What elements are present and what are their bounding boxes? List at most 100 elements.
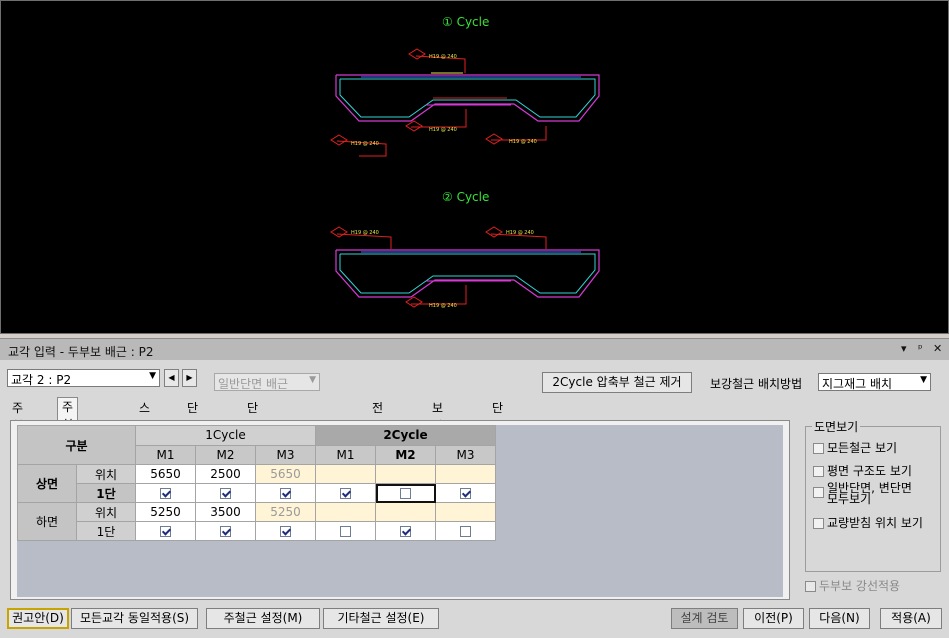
checkbox[interactable] [813,466,824,477]
top-check-cell[interactable] [195,483,256,503]
svg-text:H19 @ 240: H19 @ 240 [506,230,534,236]
show-sections-option[interactable]: 일반단면, 변단면 모두보기 [813,482,912,506]
chevron-down-icon: ▼ [149,371,156,381]
tab-main-rebar[interactable]: 주철근 [8,399,27,451]
top-check-cell-selected[interactable] [375,483,436,503]
option-label: 모두보기 [827,492,872,506]
svg-text:H19 @ 240: H19 @ 240 [509,139,537,145]
bottom-pos-cell[interactable]: 3500 [195,502,256,522]
checkbox[interactable] [813,443,824,454]
checkbox[interactable] [813,518,824,529]
option-label: 모든철근 보기 [827,441,898,455]
checkbox[interactable] [220,488,231,499]
cycle1-title: ① Cycle [442,15,490,29]
checkbox[interactable] [460,526,471,537]
show-bearing-option[interactable]: 교량받침 위치 보기 [813,517,923,529]
pier-select-value: 교각 2 : P2 [11,373,72,387]
show-all-rebar-option[interactable]: 모든철근 보기 [813,442,897,454]
tab-shear-rebar[interactable]: 전단철근 [368,399,387,469]
position-label: 위치 [76,464,136,484]
checkbox[interactable] [460,488,471,499]
checkbox[interactable] [220,526,231,537]
close-icon[interactable]: ✕ [933,342,942,355]
apply-all-button[interactable]: 모든교각 동일적용(S) [71,608,198,629]
method-select[interactable]: 지그재그 배치 ▼ [818,373,931,391]
checkbox[interactable] [280,488,291,499]
bottom-row-header: 하면 [17,502,77,541]
top-pos-cell[interactable]: 2500 [195,464,256,484]
dropdown-icon[interactable]: ▾ [901,342,907,355]
cycle2-section [330,226,600,308]
remove-2cycle-button[interactable]: 2Cycle 압축부 철근 제거 [542,372,692,393]
cycle2-title: ② Cycle [442,190,490,204]
checkbox[interactable] [400,488,411,499]
top-check-cell[interactable] [135,483,196,503]
tab-main-rebar-layout[interactable]: 주철근 배치 [57,397,79,486]
checkbox[interactable] [340,526,351,537]
rebar-layout-table: 구분 1Cycle 2Cycle M1 M2 M3 M1 M2 M3 상면 위치… [17,425,496,541]
top-pos-cell[interactable] [375,464,436,484]
cad-viewport[interactable]: H19 @ 240 H19 @ 240 H19 @ 240 H19 @ 240 … [0,0,949,334]
top-pos-cell[interactable] [435,464,496,484]
checkbox[interactable] [160,488,171,499]
bottom-pos-cell[interactable] [315,502,376,522]
option-label: 교량받침 위치 보기 [827,516,923,530]
view-options-group: 도면보기 모든철근 보기 평면 구조도 보기 일반단면, 변단면 모두보기 교량받… [805,418,941,572]
tab-stirrup[interactable]: 스터럽 [135,399,154,451]
bottom-pos-cell[interactable] [435,502,496,522]
checkbox[interactable] [280,526,291,537]
view-group-title: 도면보기 [812,418,861,435]
checkbox[interactable] [160,526,171,537]
prev-pier-button[interactable]: ◀ [164,369,179,387]
column-header: M1 [315,444,376,465]
design-check-button[interactable]: 설계 검토 [671,608,738,629]
top-pos-cell[interactable] [315,464,376,484]
bottom-check-cell[interactable] [375,521,436,541]
top-pos-cell[interactable]: 5650 [255,464,316,484]
bottom-pos-cell[interactable]: 5250 [135,502,196,522]
main-rebar-setting-button[interactable]: 주철근 설정(M) [206,608,320,629]
method-select-value: 지그재그 배치 [822,377,893,391]
option-label: 두부보 강선적용 [819,579,901,593]
top-check-cell[interactable] [255,483,316,503]
top-check-cell[interactable] [315,483,376,503]
bottom-check-cell[interactable] [135,521,196,541]
tab-step-rebar-spacing[interactable]: 단차철근 횡방향간격 [243,399,262,559]
tab-step-rebar[interactable]: 단차철근 [183,399,202,469]
panel-titlebar: 교각 입력 - 두부보 배근 : P2 ▾ ᵖ ✕ [0,338,949,360]
tier-label: 1단 [76,521,136,541]
bottom-check-cell[interactable] [315,521,376,541]
pier-select[interactable]: 교각 2 : P2 ▼ [7,369,160,387]
column-header: M1 [135,444,196,465]
show-plan-option[interactable]: 평면 구조도 보기 [813,465,912,477]
checkbox[interactable] [813,487,824,498]
prev-button[interactable]: 이전(P) [743,608,804,629]
grid-area: 구분 1Cycle 2Cycle M1 M2 M3 M1 M2 M3 상면 위치… [17,425,783,597]
apply-button[interactable]: 적용(A) [880,608,942,629]
bottom-pos-cell[interactable]: 5250 [255,502,316,522]
column-header: M3 [435,444,496,465]
section-select[interactable]: 일반단면 배근 ▼ [214,373,320,391]
svg-text:H19 @ 240: H19 @ 240 [351,230,379,236]
corner-header: 구분 [17,425,136,465]
tab-section-position[interactable]: 단면표현위치 [488,399,507,505]
checkbox[interactable] [340,488,351,499]
bottom-check-cell[interactable] [195,521,256,541]
column-header: M2 [375,444,436,465]
strong-apply-option[interactable]: 두부보 강선적용 [805,580,900,592]
column-header: M2 [195,444,256,465]
top-check-cell[interactable] [435,483,496,503]
checkbox[interactable] [400,526,411,537]
tab-reinforce-rebar[interactable]: 보강철근 [428,399,447,469]
bottom-check-cell[interactable] [435,521,496,541]
top-pos-cell[interactable]: 5650 [135,464,196,484]
pin-icon[interactable]: ᵖ [918,342,923,355]
bottom-check-cell[interactable] [255,521,316,541]
bottom-pos-cell[interactable] [375,502,436,522]
next-pier-button[interactable]: ▶ [182,369,197,387]
other-rebar-setting-button[interactable]: 기타철근 설정(E) [323,608,439,629]
checkbox[interactable] [805,581,816,592]
next-button[interactable]: 다음(N) [809,608,870,629]
recommend-button[interactable]: 권고안(D) [7,608,69,629]
chevron-down-icon: ▼ [309,375,316,385]
